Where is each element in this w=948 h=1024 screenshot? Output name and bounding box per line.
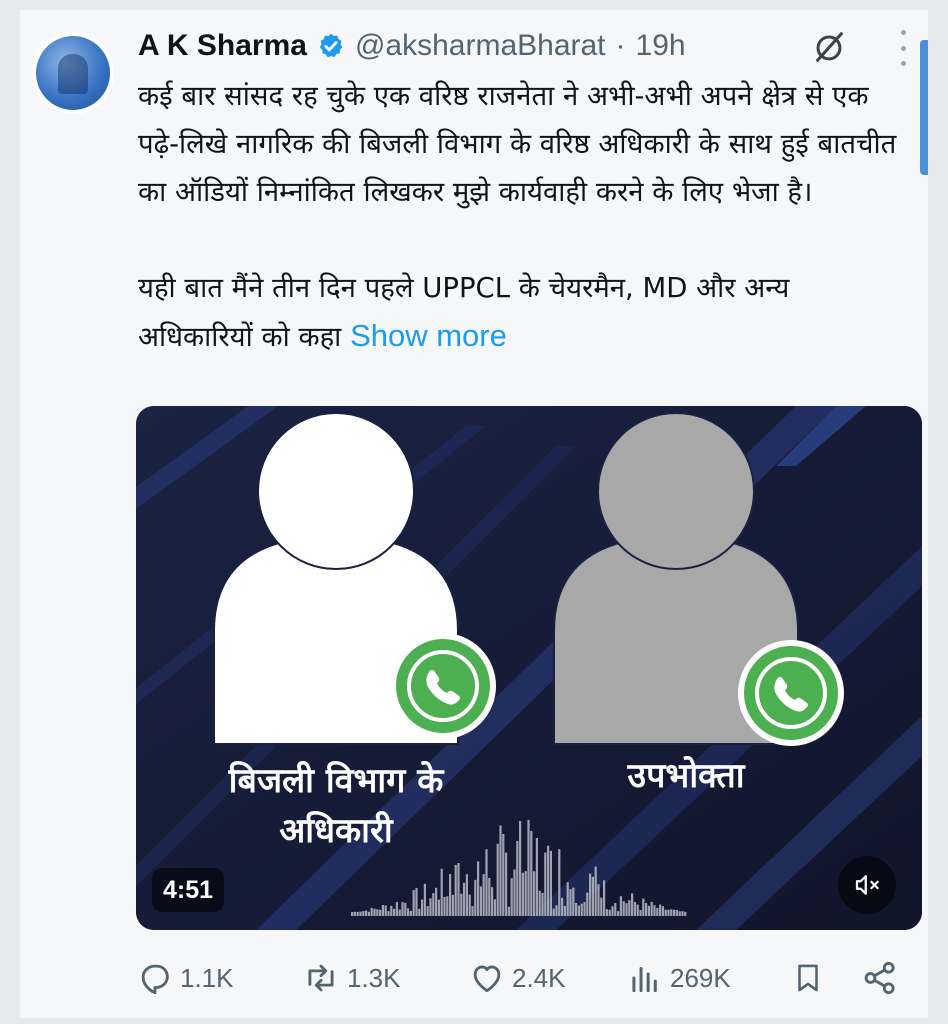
views-icon <box>632 966 657 993</box>
like-count: 2.4K <box>512 962 566 993</box>
bookmark-button[interactable] <box>791 955 831 1001</box>
tweet-actions: 1.1K 1.3K 2.4K 269K <box>136 955 906 1001</box>
mute-button[interactable] <box>838 856 896 914</box>
verified-badge-icon <box>319 33 343 58</box>
tweet-paragraph-2: यही बात मैंने तीन दिन पहले UPPCL के चेयर… <box>138 264 908 361</box>
views-button[interactable]: 269K <box>626 955 731 1001</box>
volume-mute-icon <box>855 875 879 895</box>
avatar[interactable] <box>32 32 114 114</box>
avatar-image <box>36 36 110 110</box>
share-icon <box>864 961 895 995</box>
tweet-paragraph-1: कई बार सांसद रह चुके एक वरिष्ठ राजनेता न… <box>138 80 897 208</box>
tweet-text: कई बार सांसद रह चुके एक वरिष्ठ राजनेता न… <box>138 72 908 361</box>
views-count: 269K <box>670 962 731 993</box>
repost-count: 1.3K <box>347 962 401 993</box>
official-label: बिजली विभाग के अधिकारी <box>228 761 444 851</box>
more-options-icon[interactable] <box>896 30 910 66</box>
reply-button[interactable]: 1.1K <box>136 955 234 1001</box>
whatsapp-call-icon-right <box>738 640 844 746</box>
header-separator: · <box>615 29 626 62</box>
repost-button[interactable]: 1.3K <box>301 955 401 1001</box>
author-name[interactable]: A K Sharma <box>138 29 307 63</box>
tweet-header: A K Sharma @aksharmaBharat · 19h <box>138 26 686 66</box>
bookmark-icon <box>798 964 818 992</box>
author-handle[interactable]: @aksharmaBharat <box>355 29 606 63</box>
share-button[interactable] <box>861 955 905 1001</box>
audio-media[interactable]: बिजली विभाग के अधिकारी उपभोक्ता <box>136 406 922 930</box>
reply-count: 1.1K <box>180 962 234 993</box>
reply-icon <box>141 964 169 995</box>
video-duration: 4:51 <box>152 868 224 912</box>
show-more-link[interactable]: Show more <box>350 318 507 353</box>
like-button[interactable]: 2.4K <box>468 955 566 1001</box>
scroll-indicator[interactable] <box>920 40 928 175</box>
tweet-time[interactable]: 19h <box>636 29 686 63</box>
grok-icon[interactable] <box>810 28 848 66</box>
consumer-label: उपभोक्ता <box>627 756 745 796</box>
repost-icon <box>308 964 334 992</box>
whatsapp-call-icon-left <box>390 633 496 739</box>
heart-icon <box>473 965 501 993</box>
